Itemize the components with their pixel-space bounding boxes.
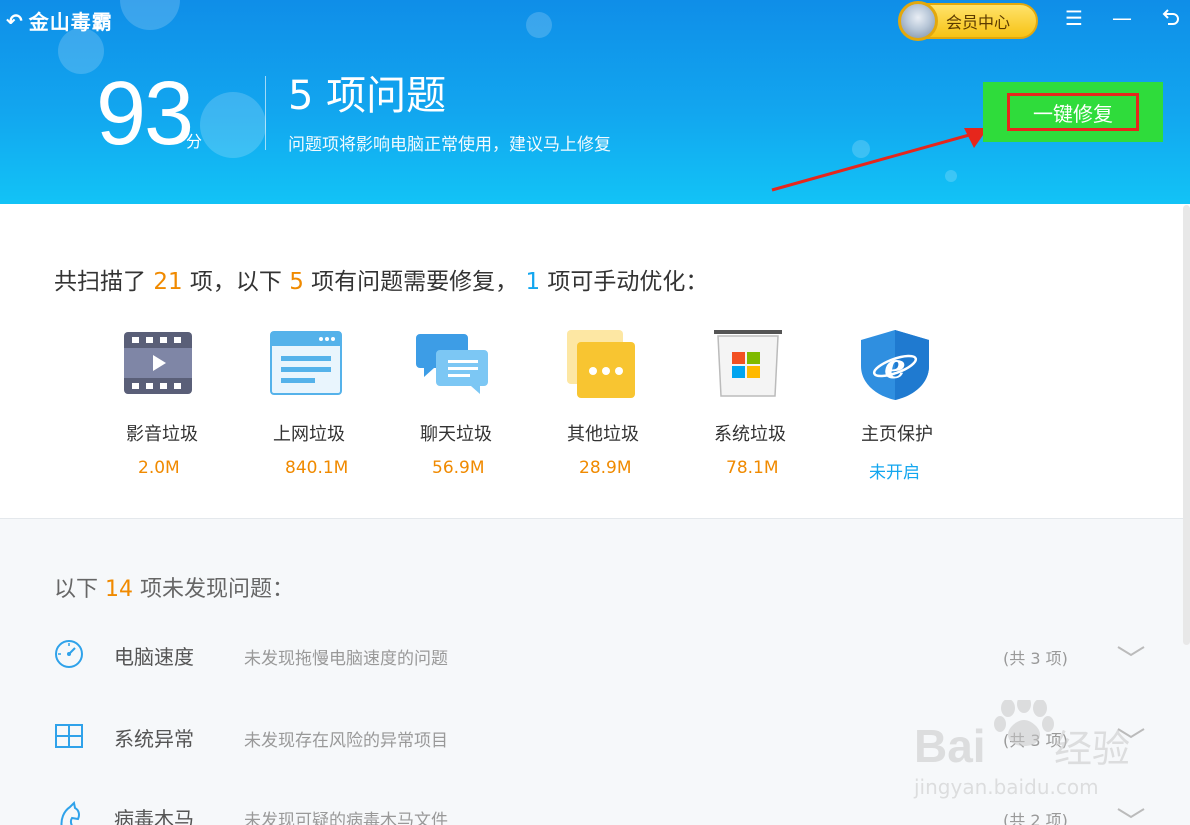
problem-count: 5 — [289, 269, 304, 295]
browser-junk-icon — [270, 331, 342, 395]
app-title: 金山毒霸 — [28, 10, 113, 34]
speedometer-icon — [55, 640, 83, 668]
manual-count: 1 — [525, 269, 541, 295]
row-count: (共 3 项) — [1003, 649, 1068, 668]
menu-icon[interactable]: ☰ — [1060, 6, 1088, 30]
card-browser-junk[interactable]: 上网垃圾 840.1M — [257, 328, 404, 483]
card-value: 2.0M — [138, 458, 180, 478]
card-name: 聊天垃圾 — [420, 424, 492, 445]
card-name: 影音垃圾 — [126, 424, 198, 445]
card-video-junk[interactable]: 影音垃圾 2.0M — [110, 328, 257, 483]
back-icon[interactable] — [1156, 6, 1184, 33]
card-system-junk[interactable]: 系统垃圾 78.1M — [698, 328, 845, 483]
chevron-down-icon[interactable] — [1116, 803, 1146, 823]
app-logo: ↶ 金山毒霸 — [6, 6, 113, 35]
svg-text:Bai: Bai — [914, 720, 986, 772]
windows-icon — [55, 724, 83, 748]
no-issue-title: 以下 14 项未发现问题： — [54, 571, 294, 603]
card-other-junk[interactable]: 其他垃圾 28.9M — [551, 328, 698, 483]
decor-bubble — [120, 0, 180, 30]
vip-center-button[interactable]: 会员中心 — [898, 1, 1038, 41]
scanned-count: 21 — [153, 269, 183, 295]
ok-count: 14 — [105, 577, 133, 602]
chat-junk-icon — [416, 334, 488, 394]
row-name: 系统异常 — [114, 727, 194, 751]
row-desc: 未发现拖慢电脑速度的问题 — [244, 649, 448, 669]
system-junk-icon — [714, 330, 782, 397]
fix-button-label: 一键修复 — [1007, 93, 1139, 131]
video-junk-icon — [124, 332, 192, 394]
summary-text: 项有问题需要修复， — [303, 269, 526, 295]
logo-icon: ↶ — [6, 8, 23, 33]
svg-text:e: e — [884, 347, 906, 387]
horse-icon — [60, 801, 80, 825]
card-name: 其他垃圾 — [567, 424, 639, 445]
issues-subtitle: 问题项将影响电脑正常使用，建议马上修复 — [288, 135, 611, 155]
svg-text:jingyan.baidu.com: jingyan.baidu.com — [913, 775, 1099, 799]
junk-cards: 影音垃圾 2.0M 上网垃圾 840.1M 聊天垃圾 56.9M 其他垃圾 28… — [110, 328, 992, 483]
card-homepage-protect[interactable]: e 主页保护 未开启 — [845, 328, 992, 483]
card-name: 系统垃圾 — [714, 424, 786, 445]
minimize-icon[interactable]: — — [1108, 6, 1136, 30]
ok-text: 项未发现问题： — [133, 577, 294, 602]
header-banner: ↶ 金山毒霸 会员中心 ☰ — 93 分 5 项问题 问题项将影响电脑正常使用，… — [0, 0, 1190, 204]
card-value: 未开启 — [869, 463, 920, 483]
card-chat-junk[interactable]: 聊天垃圾 56.9M — [404, 328, 551, 483]
annotation-arrow — [771, 128, 988, 192]
health-score: 93 — [96, 64, 194, 164]
card-value: 78.1M — [726, 458, 779, 478]
scrollbar[interactable] — [1183, 205, 1190, 645]
chevron-down-icon[interactable] — [1116, 641, 1146, 661]
row-name: 病毒木马 — [114, 807, 194, 825]
scan-summary: 共扫描了 21 项，以下 5 项有问题需要修复， 1 项可手动优化： — [54, 262, 708, 296]
one-click-fix-button[interactable]: 一键修复 — [983, 82, 1163, 142]
card-value: 840.1M — [285, 458, 349, 478]
ie-shield-icon: e — [861, 330, 929, 400]
ok-text: 以下 — [54, 577, 105, 602]
header-divider — [265, 76, 266, 150]
list-item-computer-speed[interactable]: 电脑速度 未发现拖慢电脑速度的问题 (共 3 项) — [0, 639, 1190, 699]
svg-text:经验: 经验 — [1054, 727, 1130, 771]
issues-title: 5 项问题 — [288, 73, 447, 119]
row-count: (共 2 项) — [1003, 811, 1068, 825]
avatar[interactable] — [898, 1, 938, 41]
decor-bubble — [200, 92, 266, 158]
card-value: 28.9M — [579, 458, 632, 478]
summary-text: 项，以下 — [182, 269, 290, 295]
other-junk-icon — [567, 330, 635, 398]
row-desc: 未发现可疑的病毒木马文件 — [244, 811, 448, 825]
summary-text: 项可手动优化： — [540, 269, 709, 295]
summary-text: 共扫描了 — [54, 269, 154, 295]
card-name: 上网垃圾 — [273, 424, 345, 445]
row-name: 电脑速度 — [114, 645, 194, 669]
card-value: 56.9M — [432, 458, 485, 478]
decor-bubble — [526, 12, 552, 38]
baidu-watermark: Bai 经验 jingyan.baidu.com — [913, 700, 1130, 799]
vip-label: 会员中心 — [946, 13, 1011, 32]
card-name: 主页保护 — [861, 424, 933, 445]
score-unit: 分 — [186, 132, 203, 151]
row-desc: 未发现存在风险的异常项目 — [244, 731, 448, 751]
back-arrow-glyph — [1162, 9, 1179, 25]
